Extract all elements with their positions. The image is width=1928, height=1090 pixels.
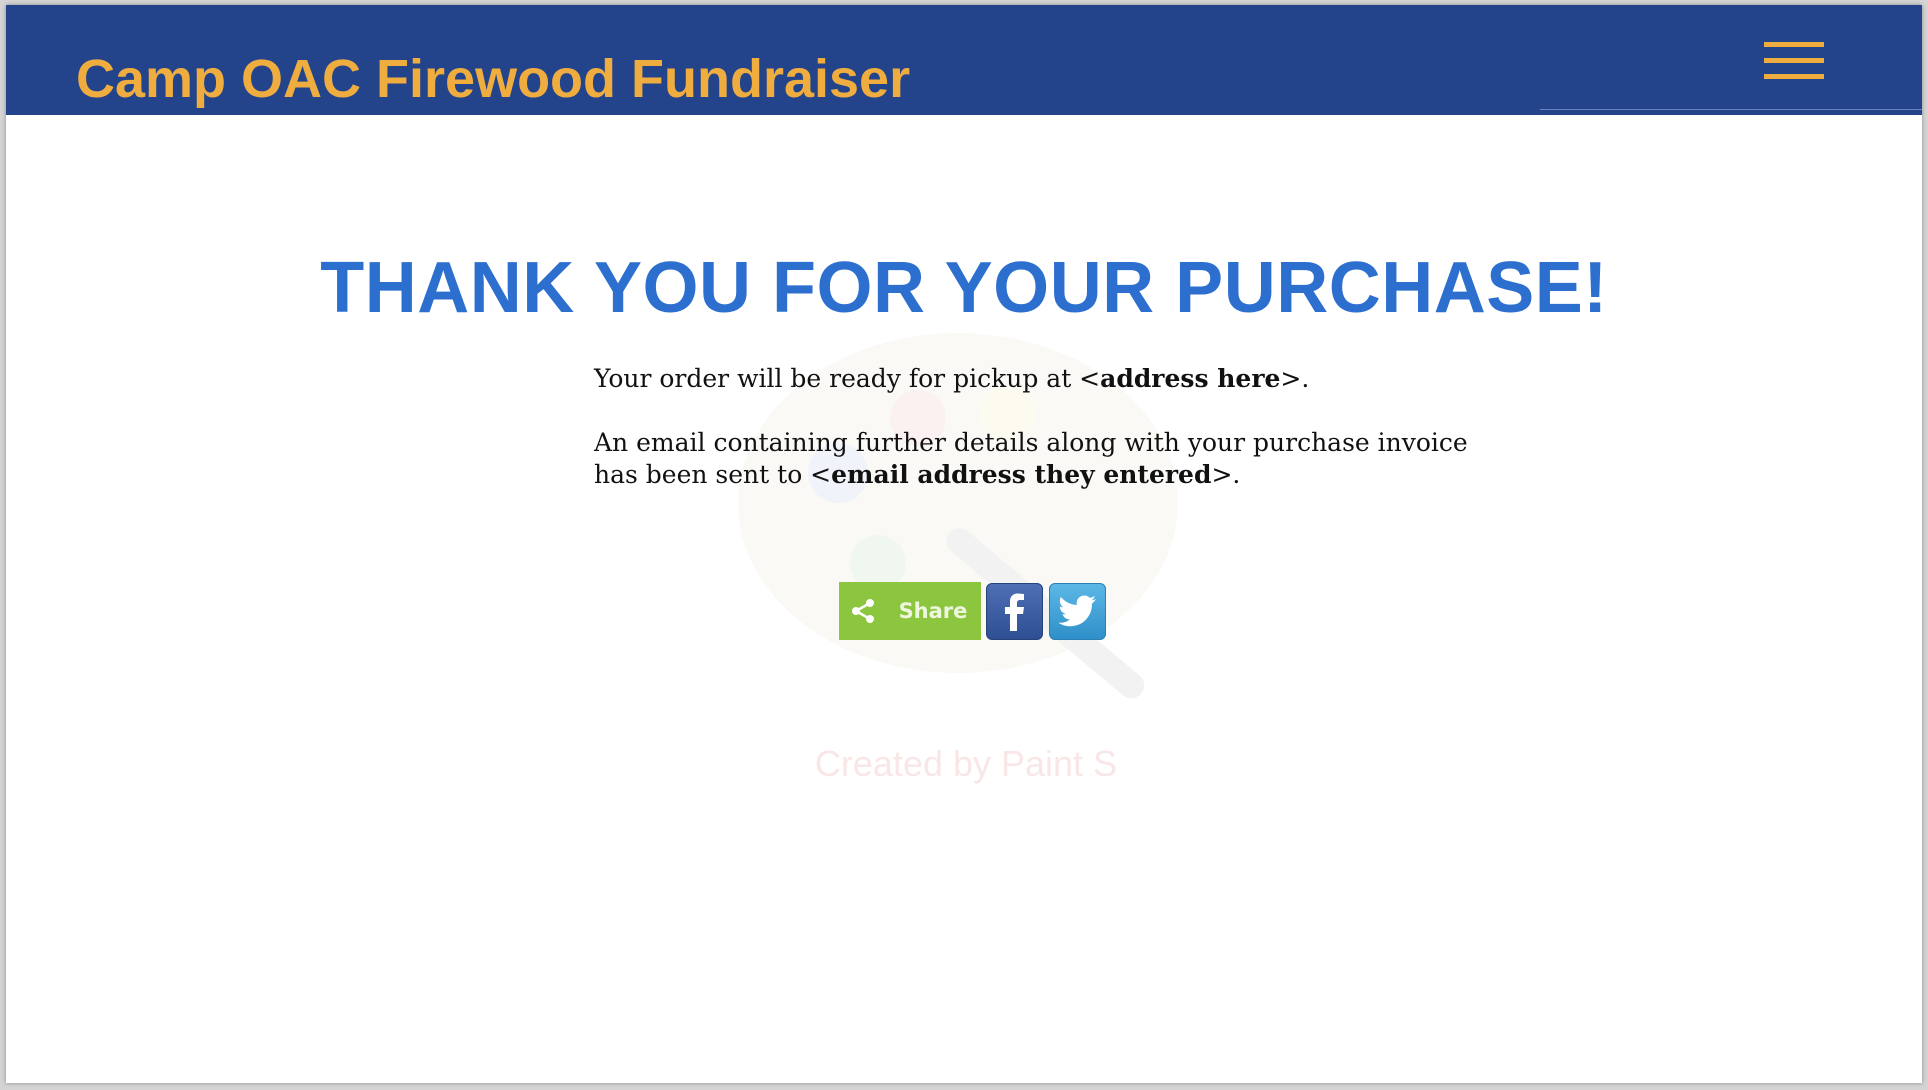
email-line1: An email containing further details alon… — [594, 428, 1468, 457]
header-divider — [1540, 109, 1922, 110]
email-line2-suffix: >. — [1211, 460, 1241, 489]
browser-viewport: Camp OAC Firewood Fundraiser Created by … — [6, 5, 1922, 1083]
share-label: Share — [898, 599, 968, 623]
site-header: Camp OAC Firewood Fundraiser — [6, 5, 1922, 115]
email-line2-prefix: has been sent to < — [594, 460, 832, 489]
pickup-suffix: >. — [1280, 364, 1310, 393]
pickup-message: Your order will be ready for pickup at <… — [594, 363, 1309, 395]
twitter-icon — [1058, 595, 1096, 627]
twitter-share-button[interactable] — [1049, 583, 1106, 640]
pickup-prefix: Your order will be ready for pickup at < — [594, 364, 1101, 393]
share-icon — [852, 599, 874, 623]
hamburger-menu-icon[interactable] — [1762, 39, 1826, 87]
pickup-address: address here — [1100, 364, 1281, 393]
facebook-share-button[interactable] — [986, 583, 1043, 640]
share-button[interactable]: Share — [839, 582, 981, 640]
thank-you-heading: THANK YOU FOR YOUR PURCHASE! — [320, 248, 1608, 328]
site-title[interactable]: Camp OAC Firewood Fundraiser — [76, 47, 910, 111]
facebook-icon — [1005, 593, 1024, 631]
email-message: An email containing further details alon… — [594, 427, 1468, 491]
email-address: email address they entered — [831, 460, 1212, 489]
watermark-text: Created by Paint S — [814, 743, 1118, 784]
